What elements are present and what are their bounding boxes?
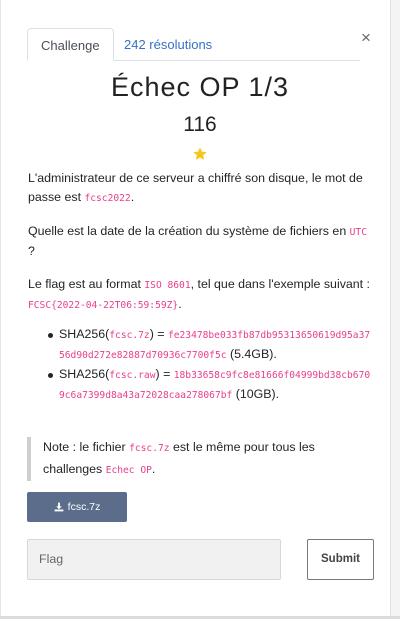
example-flag-code: FCSC{2022-04-22T06:59:59Z} <box>28 300 179 311</box>
description-paragraph-password: L'administrateur de ce serveur a chiffré… <box>28 169 373 208</box>
format-text: Le flag est au format <box>28 277 145 291</box>
download-label: fcsc.7z <box>67 501 101 513</box>
hash-equals: ) = <box>149 327 168 341</box>
submit-button[interactable]: Submit <box>307 539 374 580</box>
password-end: . <box>130 190 135 204</box>
note-series-code: Echec OP <box>105 465 152 476</box>
list-item: SHA256(fcsc.7z) = fe23478be033fb87db9531… <box>28 325 373 365</box>
challenge-points: 116 <box>183 113 217 136</box>
format-text-2: , tel que dans l'exemple suivant : <box>190 277 371 291</box>
note-blockquote: Note : le fichier fcsc.7z est le même po… <box>27 437 372 481</box>
format-end: . <box>178 297 182 311</box>
hash-file-code: fcsc.7z <box>109 330 150 341</box>
note-file-code: fcsc.7z <box>129 443 170 454</box>
description-paragraph-format: Le flag est au format ISO 8601, tel que … <box>28 275 373 315</box>
password-code: fcsc2022 <box>84 193 131 204</box>
download-file-button[interactable]: fcsc.7z <box>27 492 127 522</box>
challenge-description: L'administrateur de ce serveur a chiffré… <box>28 169 373 417</box>
tab-challenge[interactable]: Challenge <box>27 28 114 61</box>
close-icon[interactable]: × <box>361 28 371 48</box>
challenge-title: Échec OP 1/3 <box>110 72 290 102</box>
flag-input[interactable]: Flag <box>27 539 281 580</box>
hash-size: (10GB). <box>232 387 280 401</box>
star-icon <box>193 147 207 160</box>
password-text: L'administrateur de ce serveur a chiffré… <box>28 171 363 204</box>
utc-code: UTC <box>349 227 367 238</box>
download-icon <box>54 502 64 512</box>
challenge-tabs: Challenge 242 résolutions <box>27 28 360 61</box>
hash-size: (5.4GB). <box>226 347 277 361</box>
question-end: ? <box>28 244 35 258</box>
hash-equals: ) = <box>155 367 174 381</box>
tab-solves[interactable]: 242 résolutions <box>111 28 225 61</box>
hash-file-code: fcsc.raw <box>109 370 156 381</box>
question-text: Quelle est la date de la création du sys… <box>28 224 350 238</box>
description-paragraph-question: Quelle est la date de la création du sys… <box>28 222 373 261</box>
hash-prefix: SHA256( <box>59 327 110 341</box>
list-item: SHA256(fcsc.raw) = 18b33658c9fc8e81666f0… <box>28 365 373 405</box>
note-end: . <box>151 462 156 476</box>
hash-list: SHA256(fcsc.7z) = fe23478be033fb87db9531… <box>28 325 373 405</box>
hash-prefix: SHA256( <box>59 367 110 381</box>
iso-code: ISO 8601 <box>144 280 191 291</box>
note-text: Note : le fichier <box>43 440 130 454</box>
